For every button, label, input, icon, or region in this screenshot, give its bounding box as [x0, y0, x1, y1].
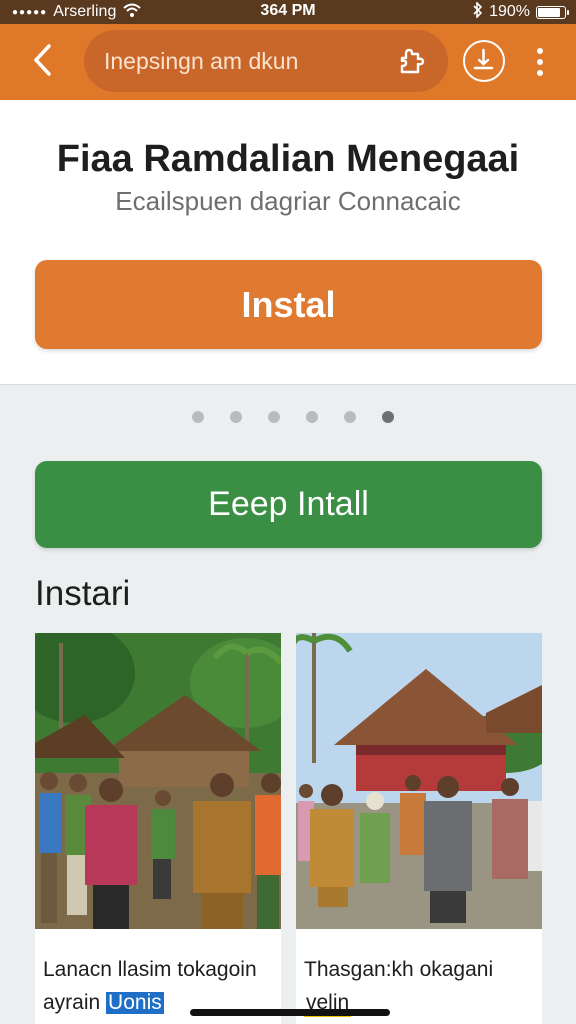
traditional-house-photo	[296, 633, 542, 929]
battery-icon	[536, 5, 569, 19]
caption-line-1: Lanacn llasim tokagoin	[43, 958, 257, 981]
caption-line-1: Thasgan:kh okagani	[304, 958, 494, 981]
more-vert-icon[interactable]	[528, 42, 552, 82]
carousel-dot[interactable]	[192, 411, 204, 423]
battery-percent: 190%	[489, 3, 530, 20]
home-indicator[interactable]	[190, 1009, 390, 1016]
carousel-dot[interactable]	[344, 411, 356, 423]
caption-text: ayrain	[43, 991, 101, 1014]
carousel-indicator	[0, 411, 576, 423]
status-right: 190%	[473, 0, 569, 24]
app-title: Fiaa Ramdalian Menegaai	[56, 138, 520, 180]
search-text: Inepsingn am dkun	[104, 48, 299, 74]
carousel-dot[interactable]	[230, 411, 242, 423]
village-gathering-photo	[35, 633, 281, 929]
download-button[interactable]	[463, 40, 505, 82]
section-title: Instari	[35, 574, 131, 613]
bluetooth-icon	[473, 0, 483, 23]
carousel-dot[interactable]	[382, 411, 394, 423]
media-card[interactable]: Lanacn llasim tokagoin ayrain Uonis	[35, 633, 281, 1024]
carousel-dot[interactable]	[306, 411, 318, 423]
status-bar: ●●●●● Arserling 364 PM 190%	[0, 0, 576, 24]
media-card[interactable]: Thasgan:kh okagani velin	[296, 633, 542, 1024]
carousel-dot[interactable]	[268, 411, 280, 423]
app-bar: Inepsingn am dkun	[0, 24, 576, 100]
puzzle-icon[interactable]	[396, 44, 430, 78]
back-chevron-icon	[34, 44, 51, 76]
install-button[interactable]: Instal	[35, 260, 542, 349]
back-button[interactable]	[20, 38, 64, 82]
keep-install-button[interactable]: Eeep Intall	[35, 461, 542, 548]
battery-level	[538, 7, 560, 17]
tag-badge: Uonis	[106, 991, 164, 1014]
download-icon	[473, 48, 494, 70]
app-subtitle: Ecailspuen dagriar Connacaic	[115, 186, 461, 216]
app-header-card: Fiaa Ramdalian Menegaai Ecailspuen dagri…	[0, 100, 576, 385]
search-bar[interactable]: Inepsingn am dkun	[84, 30, 448, 92]
